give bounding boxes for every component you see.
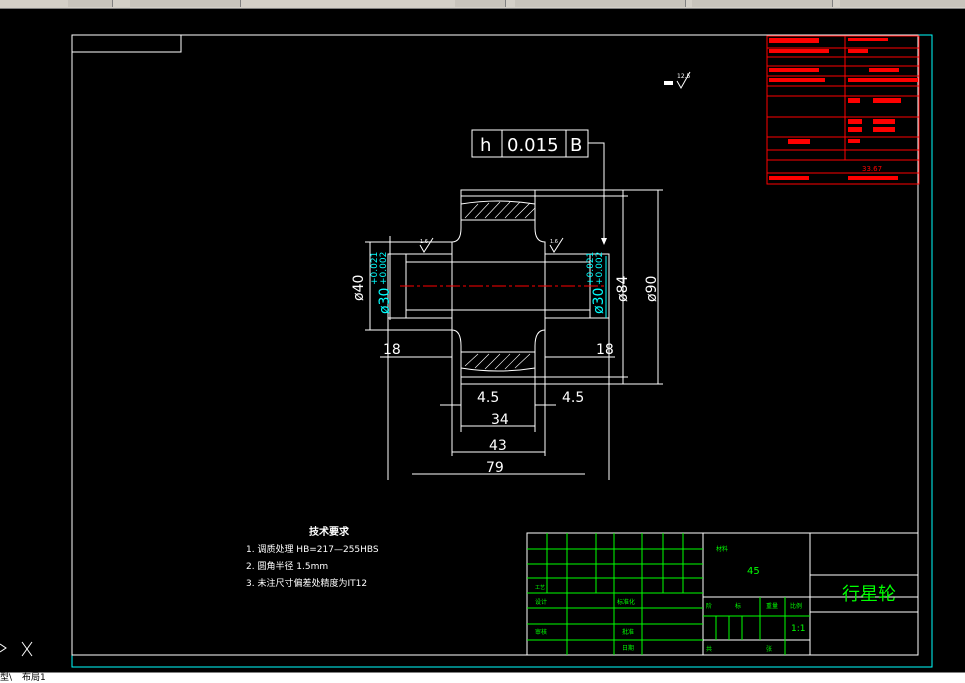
drawing-canvas[interactable]: 33.67 12.5 h 0.015 B ø40 ø30 +0.021 +0.0… [0,9,965,672]
design-label: 设计 [535,598,547,606]
note-item-1: 1. 调质处理 HB=217—255HBS [246,543,379,555]
lineweight-dropdown[interactable] [840,0,965,7]
dim-4-5-left: 4.5 [477,390,499,406]
dim-34: 34 [491,412,509,428]
dim-4-5-right: 4.5 [562,390,584,406]
scale-label: 比例 [790,602,802,610]
weight-label: 重量 [766,602,778,610]
material-value: 45 [747,566,760,577]
svg-text:12.5: 12.5 [677,73,691,80]
dim-d84: ø84 [615,276,631,302]
dim-43: 43 [489,438,507,454]
toolbar-button-group-1[interactable] [68,0,113,7]
dim-18-left: 18 [383,342,401,358]
stage-label: 阶 [706,602,712,610]
svg-text:1.6: 1.6 [550,239,558,245]
approve-label: 批准 [622,628,634,636]
sheet-label: 共 [706,645,712,653]
sheet-label-2: 张 [766,645,772,653]
date-label: 日期 [622,644,634,652]
roughness-symbol-right: 1.6 [549,237,564,253]
roughness-symbol-left: 1.6 [419,237,434,253]
check-label: 审核 [535,628,547,636]
part-name: 行星轮 [842,584,896,605]
process-label: 工艺 [535,585,545,591]
dim-tol-lower-right: +0.002 [595,252,605,285]
drawing-frame [71,34,919,656]
toolbar-button-group-2[interactable] [130,0,241,7]
dim-79: 79 [486,460,504,476]
planet-gear-section [387,189,610,385]
svg-text:1.6: 1.6 [420,239,428,245]
geometric-tolerance-frame: h 0.015 B [471,129,607,245]
layer-dropdown[interactable] [515,0,686,7]
layout-tabs: 型\ 布局1 [0,672,965,683]
toolbar-button-group-3[interactable] [455,0,506,7]
notes-title: 技术要求 [309,525,350,538]
dim-d40: ø40 [351,275,367,301]
ucs-icon [0,641,33,657]
material-label: 材料 [716,545,728,553]
dim-d90: ø90 [644,276,660,302]
tolerance-symbol: h [480,135,491,156]
parameter-table: 33.67 [766,35,920,185]
std-label: 标准化 [617,598,635,606]
dim-d30-left: ø30 [377,288,393,314]
cad-toolbar [0,0,965,9]
mass-value: 33.67 [862,165,882,173]
mark-label: 标 [735,602,741,610]
corner-code-box [71,34,182,53]
scale-value: 1:1 [791,624,805,634]
dim-tol-lower-left: +0.002 [379,252,389,285]
tolerance-value: 0.015 [507,135,559,156]
tolerance-datum: B [570,135,582,156]
note-item-2: 2. 圆角半径 1.5mm [246,560,328,572]
note-item-3: 3. 未注尺寸偏差处精度为IT12 [246,577,367,589]
dim-18-right: 18 [596,342,614,358]
linetype-dropdown[interactable] [692,0,833,7]
roughness-symbol-top: 12.5 [664,71,691,90]
dim-d30-right: ø30 [591,288,607,314]
